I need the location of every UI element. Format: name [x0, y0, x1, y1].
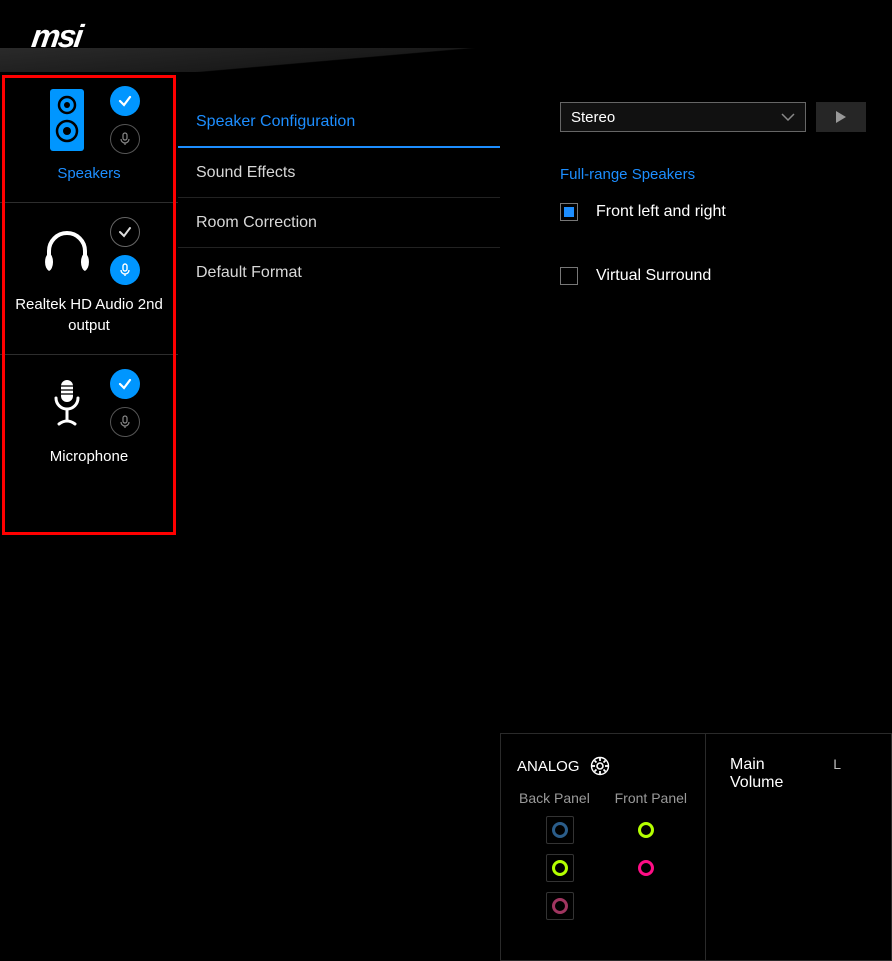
analog-title: ANALOG: [517, 758, 580, 775]
back-jack-2[interactable]: [546, 854, 574, 882]
checkbox-icon: [560, 267, 578, 285]
option-front-lr[interactable]: Front left and right: [560, 203, 868, 221]
device-sidebar: Speakers: [0, 72, 178, 961]
option-virtual-surround[interactable]: Virtual Surround: [560, 267, 868, 285]
default-device-badge[interactable]: [110, 86, 140, 116]
device-label: Realtek HD Audio 2nd output: [10, 295, 168, 336]
default-device-badge[interactable]: [110, 217, 140, 247]
device-microphone[interactable]: Microphone: [0, 355, 178, 485]
comm-device-badge[interactable]: [110, 407, 140, 437]
default-device-badge[interactable]: [110, 369, 140, 399]
chevron-down-icon: [781, 113, 795, 121]
tab-default-format[interactable]: Default Format: [178, 248, 500, 298]
device-label: Speakers: [10, 164, 168, 184]
analog-panel: ANALOG: [500, 733, 706, 961]
dropdown-value: Stereo: [571, 109, 615, 126]
main-volume-label: Main Volume: [730, 756, 803, 792]
settings-tabs: Speaker Configuration Sound Effects Room…: [178, 72, 500, 961]
front-jack-2[interactable]: [632, 854, 660, 882]
full-range-section-label: Full-range Speakers: [560, 166, 868, 183]
device-realtek-2nd[interactable]: Realtek HD Audio 2nd output: [0, 203, 178, 355]
main-layout: Speakers: [0, 72, 892, 961]
brand-logo: msi: [29, 18, 83, 55]
speaker-icon: [38, 89, 96, 151]
app-header: msi: [0, 0, 892, 72]
comm-device-badge[interactable]: [110, 124, 140, 154]
microphone-icon: [38, 378, 96, 428]
device-label: Microphone: [10, 447, 168, 467]
gear-icon: [590, 756, 610, 776]
back-jack-3[interactable]: [546, 892, 574, 920]
bottom-panel: ANALOG: [500, 732, 892, 961]
comm-device-badge[interactable]: [110, 255, 140, 285]
front-jack-1[interactable]: [632, 816, 660, 844]
volume-channel-L: L: [833, 756, 841, 772]
main-volume-panel: Main Volume L: [706, 733, 892, 961]
option-label: Virtual Surround: [596, 267, 711, 285]
tab-room-correction[interactable]: Room Correction: [178, 198, 500, 248]
front-panel-label: Front Panel: [615, 790, 687, 806]
option-label: Front left and right: [596, 203, 726, 221]
back-jack-1[interactable]: [546, 816, 574, 844]
back-panel-label: Back Panel: [519, 790, 590, 806]
tab-speaker-config[interactable]: Speaker Configuration: [178, 98, 500, 148]
test-play-button[interactable]: [816, 102, 866, 132]
headphones-icon: [38, 229, 96, 273]
tab-sound-effects[interactable]: Sound Effects: [178, 148, 500, 198]
device-speakers[interactable]: Speakers: [0, 72, 178, 203]
speaker-config-dropdown[interactable]: Stereo: [560, 102, 806, 132]
play-icon: [835, 110, 847, 124]
analog-settings-button[interactable]: [590, 756, 610, 776]
content-panel: Stereo Full-range Speakers Front left an…: [500, 72, 892, 961]
checkbox-icon: [560, 203, 578, 221]
